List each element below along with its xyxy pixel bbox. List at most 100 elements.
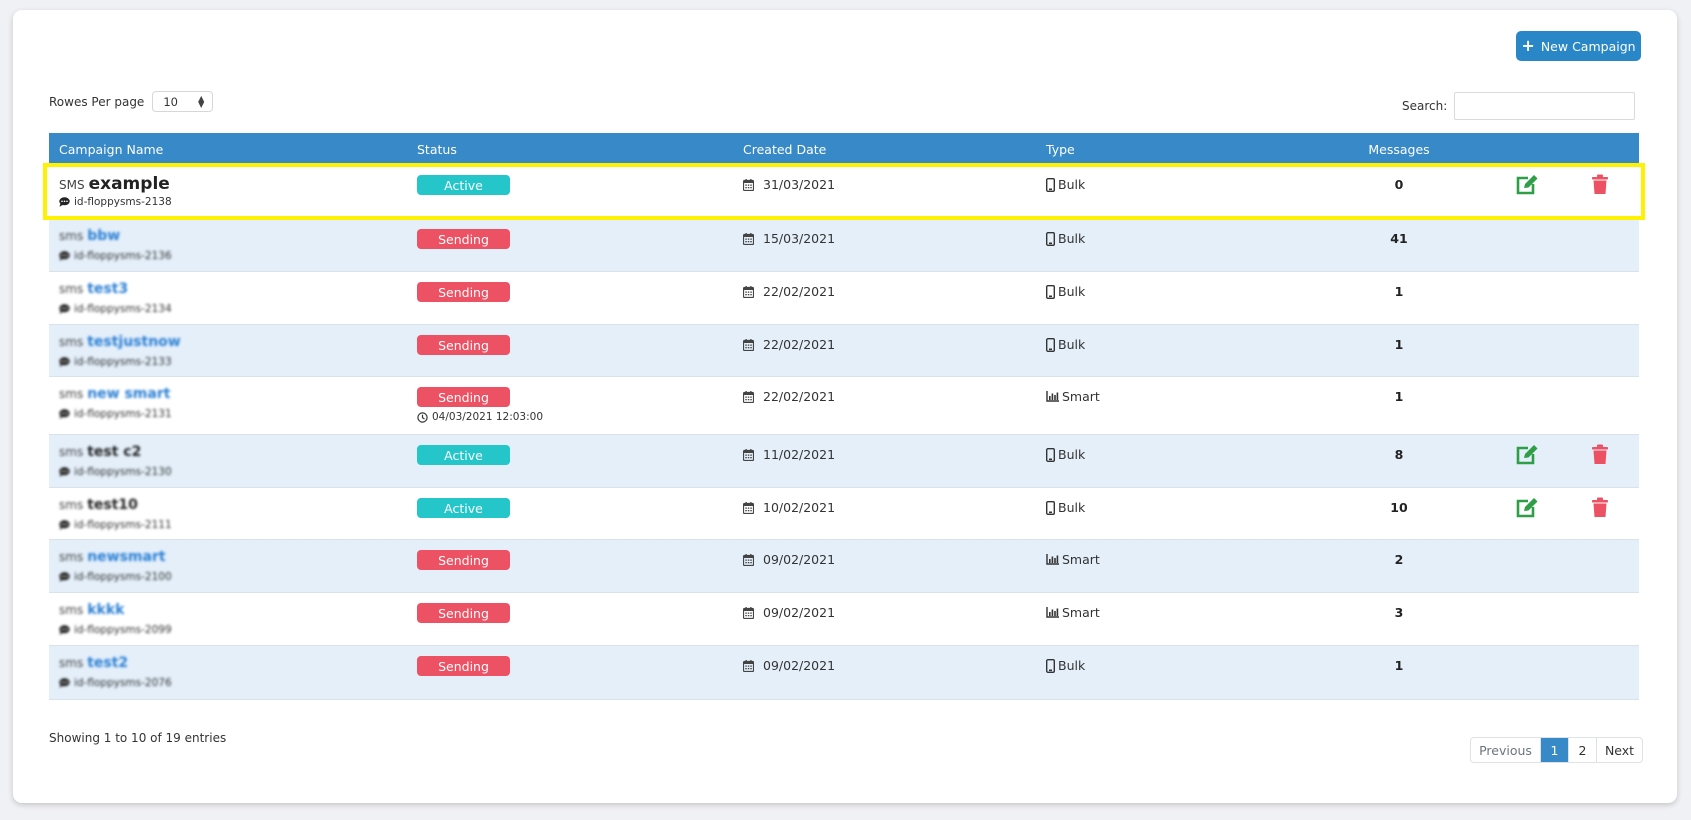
new-campaign-label: New Campaign [1540,38,1636,54]
comment-icon [59,304,70,314]
status-badge: Active [417,445,510,465]
table-row: sms test c2 id-floppysms-2130 Active 11/02/2… [49,435,1639,488]
comment-icon [59,467,70,477]
trash-icon [1591,444,1611,465]
table-row: SMS example id-floppysms-2138 Active 31/03/2… [49,165,1639,219]
pagination-page-1[interactable]: 1 [1540,738,1568,762]
comment-icon [59,572,70,582]
campaign-type-text: Smart [1062,552,1100,567]
campaigns-table: Campaign Name Status Created Date Type M… [49,133,1639,700]
created-date-text: 22/02/2021 [763,389,836,404]
campaign-name-link[interactable]: test3 [87,281,128,297]
campaign-name-cell: sms test2 [59,655,128,671]
calendar-icon [743,448,754,461]
mobile-icon [1046,500,1055,515]
created-date: 11/02/2021 [743,447,835,462]
comment-icon [59,409,70,419]
campaign-channel: SMS [59,178,85,192]
campaign-name-cell: sms testjustnow [59,334,181,350]
campaign-name-link[interactable]: newsmart [87,549,165,565]
delete-button[interactable] [1591,174,1611,196]
comment-icon [59,251,70,261]
campaign-id: id-floppysms-2100 [59,571,172,583]
campaign-type: Bulk [1046,231,1085,246]
pagination-previous[interactable]: Previous [1471,738,1540,762]
status-badge: Active [417,175,510,195]
campaign-name-cell: sms newsmart [59,549,166,565]
bar-chart-icon [1046,391,1059,402]
calendar-icon [743,232,754,245]
created-date-text: 09/02/2021 [763,552,836,567]
new-campaign-button[interactable]: + New Campaign [1516,31,1641,61]
pagination-next[interactable]: Next [1596,738,1642,762]
campaign-type-text: Bulk [1058,500,1086,515]
column-header-campaign-name[interactable]: Campaign Name [59,142,163,157]
column-header-messages[interactable]: Messages [1349,142,1449,157]
status-badge: Sending [417,229,510,249]
messages-count: 10 [1390,500,1408,515]
mobile-icon [1046,658,1055,673]
edit-button[interactable] [1515,174,1539,196]
pagination-page-2[interactable]: 2 [1568,738,1596,762]
campaign-id: id-floppysms-2099 [59,624,172,636]
created-date: 22/02/2021 [743,389,835,404]
campaign-channel: sms [59,387,84,401]
campaign-id-text: id-floppysms-2111 [74,519,172,531]
campaign-name: test c2 [87,444,142,460]
campaign-id-text: id-floppysms-2076 [74,677,172,689]
campaign-name-link[interactable]: kkkk [87,602,124,618]
campaign-id-text: id-floppysms-2130 [74,466,172,478]
campaign-name-link[interactable]: testjustnow [87,334,181,350]
trash-icon [1591,497,1611,518]
campaign-channel: sms [59,603,84,617]
entries-info: Showing 1 to 10 of 19 entries [49,731,227,745]
created-date-text: 22/02/2021 [763,337,836,352]
campaign-type: Smart [1046,552,1100,567]
table-body: SMS example id-floppysms-2138 Active 31/03/2… [49,165,1639,700]
created-date-text: 09/02/2021 [763,658,836,673]
calendar-icon [743,553,754,566]
campaign-id-text: id-floppysms-2134 [74,303,172,315]
rows-per-page-value: 10 [163,94,178,109]
pagination: Previous 1 2 Next [1470,737,1643,763]
campaign-name-link[interactable]: bbw [87,228,120,244]
column-header-type[interactable]: Type [1046,142,1075,157]
mobile-icon [1046,284,1055,299]
campaign-channel: sms [59,282,84,296]
campaign-name: test10 [87,497,138,513]
campaign-name-link[interactable]: test2 [87,655,128,671]
edit-button[interactable] [1515,444,1539,466]
rows-per-page-label: Rowes Per page [49,94,145,109]
column-header-status[interactable]: Status [417,142,457,157]
campaign-channel: sms [59,335,84,349]
column-header-created-date[interactable]: Created Date [743,142,826,157]
campaign-channel: sms [59,445,84,459]
campaign-channel: sms [59,550,84,564]
campaign-type-text: Bulk [1058,658,1086,673]
created-date-text: 10/02/2021 [763,500,836,515]
edit-button[interactable] [1515,497,1539,519]
mobile-icon [1046,177,1055,192]
campaign-type: Bulk [1046,337,1085,352]
delete-button[interactable] [1591,444,1611,466]
mobile-icon [1046,337,1055,352]
rows-per-page-select[interactable]: 10 ▲ ▼ [152,91,214,112]
created-date-text: 31/03/2021 [763,177,836,192]
search-input[interactable] [1454,92,1636,120]
table-row: sms testjustnow id-floppysms-2133 Sending 22… [49,325,1639,377]
table-row: sms bbw id-floppysms-2136 Sending 15/03/2021… [49,219,1639,272]
campaign-name-cell: sms new smart [59,386,170,402]
campaign-name-link[interactable]: new smart [87,386,170,402]
mobile-icon [1046,447,1055,462]
campaign-name-cell: sms kkkk [59,602,124,618]
calendar-icon [743,285,754,298]
campaign-id: id-floppysms-2136 [59,250,172,262]
created-date: 09/02/2021 [743,658,835,673]
status-badge: Sending [417,603,510,623]
status-badge: Sending [417,550,510,570]
calendar-icon [743,390,754,403]
bar-chart-icon [1046,607,1059,618]
campaign-name-cell: sms test3 [59,281,128,297]
search-label: Search: [1402,99,1448,113]
delete-button[interactable] [1591,497,1611,519]
